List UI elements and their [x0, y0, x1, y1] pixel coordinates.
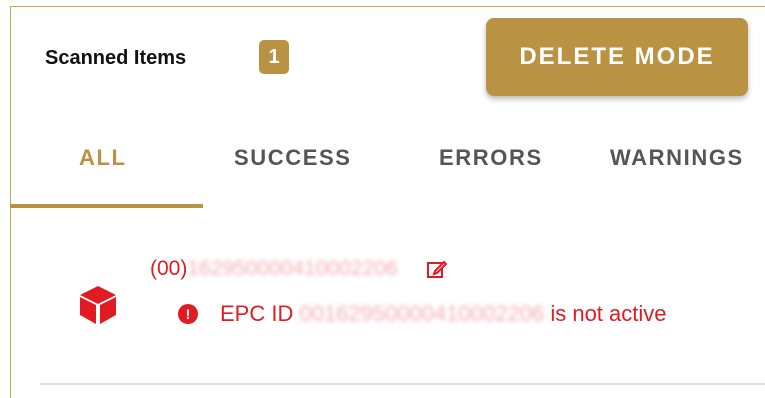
list-item[interactable]: (00) 162950000410002206 ! EPC ID 00162950… [10, 210, 765, 385]
delete-mode-button[interactable]: DELETE MODE [486, 18, 748, 96]
tab-errors[interactable]: ERRORS [439, 145, 543, 171]
tab-success[interactable]: SUCCESS [234, 145, 352, 171]
item-gtin: (00) 162950000410002206 [150, 257, 448, 281]
status-tabs: ALL SUCCESS ERRORS WARNINGS [10, 118, 765, 210]
edit-icon[interactable] [426, 258, 448, 280]
error-icon: ! [178, 304, 198, 324]
epc-id-obscured: 00162950000410002206 [299, 301, 545, 326]
gtin-prefix: (00) [150, 257, 188, 280]
error-prefix: EPC ID [220, 301, 294, 326]
row-divider [40, 383, 765, 385]
tab-warnings[interactable]: WARNINGS [610, 145, 744, 171]
active-tab-indicator [10, 204, 203, 208]
page-title: Scanned Items [45, 47, 187, 69]
tab-all[interactable]: ALL [79, 145, 127, 171]
gtin-value-obscured: 162950000410002206 [187, 257, 398, 280]
box-icon [80, 286, 116, 324]
item-error-message: ! EPC ID 00162950000410002206 is not acti… [150, 298, 710, 330]
count-badge: 1 [259, 40, 289, 74]
error-suffix: is not active [550, 301, 667, 326]
